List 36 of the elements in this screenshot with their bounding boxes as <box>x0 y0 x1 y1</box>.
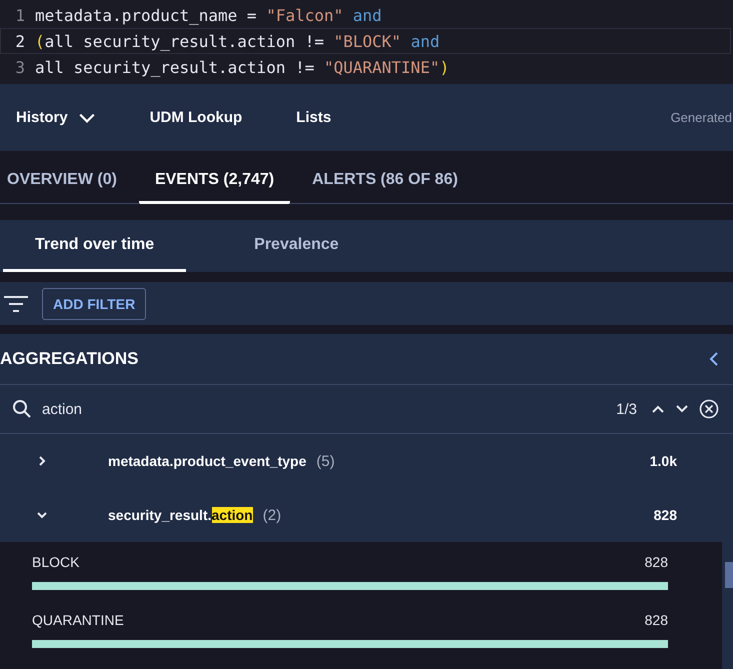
filter-icon[interactable] <box>4 294 28 312</box>
toolbar-button[interactable]: UDM Lookup <box>150 109 242 126</box>
value-label: BLOCK <box>32 554 80 570</box>
field-total: 1.0k <box>650 453 677 469</box>
scrollbar-thumb[interactable] <box>725 562 733 588</box>
line-number: 2 <box>14 32 26 50</box>
generated-label: Generated <box>670 110 732 125</box>
line-number: 1 <box>14 6 26 24</box>
tab[interactable]: Prevalence <box>222 220 371 272</box>
add-filter-button[interactable]: ADD FILTER <box>42 288 146 320</box>
search-field[interactable]: action <box>42 398 606 420</box>
field-count: (5) <box>316 452 335 470</box>
code-text: all security_result.action != "QUARANTINE") <box>35 58 450 76</box>
field-total: 828 <box>654 507 677 523</box>
next-icon[interactable] <box>675 404 689 414</box>
tab[interactable]: EVENTS (2,747) <box>138 171 290 204</box>
value-count: 828 <box>644 554 668 570</box>
field-count: (2) <box>262 506 282 524</box>
code-text: (all security_result.action != "BLOCK" and <box>35 32 440 50</box>
clear-icon[interactable] <box>699 399 719 419</box>
toolbar-button[interactable]: Lists <box>296 109 332 126</box>
collapse-icon[interactable] <box>709 351 719 367</box>
tab[interactable]: Trend over time <box>3 220 186 272</box>
previous-icon[interactable] <box>651 404 665 414</box>
field-name[interactable]: security_result.action <box>108 507 253 523</box>
tab[interactable]: OVERVIEW (0) <box>7 171 117 204</box>
code-text: metadata.product_name = "Falcon" and <box>35 6 382 24</box>
search-icon <box>12 399 32 419</box>
match-counter: 1/3 <box>616 400 637 418</box>
tab[interactable]: ALERTS (86 OF 86) <box>312 171 458 204</box>
field-name[interactable]: metadata.product_event_type <box>108 453 306 469</box>
line-number: 3 <box>14 58 26 76</box>
value-count: 828 <box>644 612 668 628</box>
value-label: QUARANTINE <box>32 612 124 628</box>
section-title: AGGREGATIONS <box>0 349 139 369</box>
toolbar-button[interactable]: History <box>16 108 96 126</box>
